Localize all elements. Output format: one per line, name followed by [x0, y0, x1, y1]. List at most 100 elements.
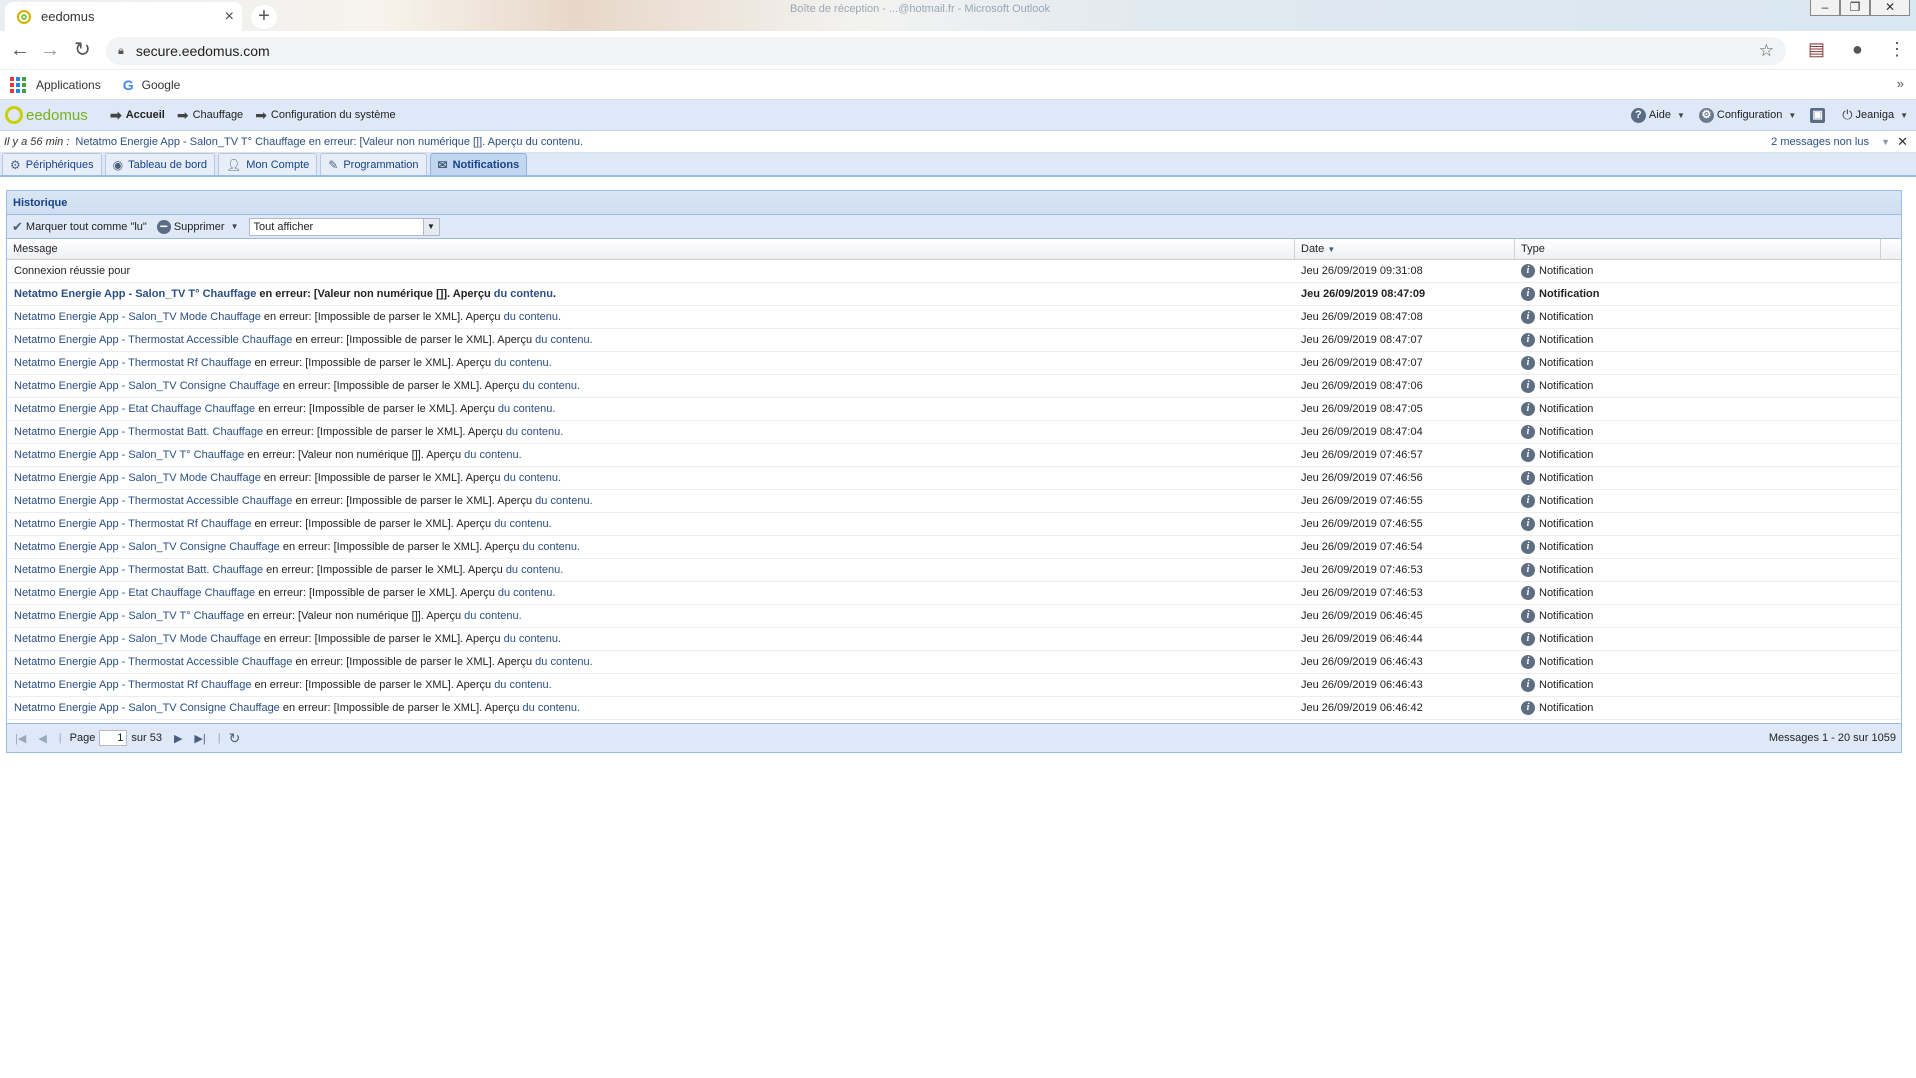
table-row[interactable]: Netatmo Energie App - Salon_TV Mode Chau… — [7, 628, 1901, 651]
content-preview-link[interactable]: du contenu. — [523, 380, 581, 392]
content-preview-link[interactable]: du contenu — [494, 288, 553, 300]
device-link[interactable]: Netatmo Energie App - Thermostat Accessi… — [14, 656, 292, 668]
content-preview-link[interactable]: du contenu. — [535, 656, 593, 668]
user-menu[interactable]: ⏻ Jeaniga ▼ — [1842, 107, 1908, 123]
table-row[interactable]: Netatmo Energie App - Thermostat Accessi… — [7, 651, 1901, 674]
notification-text[interactable]: Netatmo Energie App - Salon_TV T° Chauff… — [75, 136, 583, 148]
browser-tab[interactable]: eedomus × — [5, 2, 242, 31]
prev-page-icon[interactable]: ◀ — [38, 732, 46, 745]
reload-icon[interactable]: ↻ — [74, 40, 91, 60]
tab-tableau-de-bord[interactable]: ◉ Tableau de bord — [104, 153, 216, 175]
restore-button[interactable]: ❐ — [1840, 0, 1870, 16]
device-link[interactable]: Netatmo Energie App - Salon_TV Consigne … — [14, 380, 280, 392]
content-preview-link[interactable]: du contenu. — [504, 633, 562, 645]
table-row[interactable]: Netatmo Energie App - Salon_TV T° Chauff… — [7, 444, 1901, 467]
table-row[interactable]: Netatmo Energie App - Thermostat Rf Chau… — [7, 674, 1901, 697]
device-link[interactable]: Netatmo Energie App - Thermostat Rf Chau… — [14, 679, 251, 691]
device-link[interactable]: Netatmo Energie App - Thermostat Rf Chau… — [14, 357, 251, 369]
table-row[interactable]: Netatmo Energie App - Thermostat Rf Chau… — [7, 513, 1901, 536]
table-row[interactable]: Netatmo Energie App - Thermostat Rf Chau… — [7, 352, 1901, 375]
eedomus-logo[interactable]: eedomus — [5, 106, 110, 124]
address-bar[interactable]: 🔒︎ secure.eedomus.com ☆ — [106, 37, 1786, 65]
device-link[interactable]: Netatmo Energie App - Salon_TV Consigne … — [14, 541, 280, 553]
content-preview-link[interactable]: du contenu. — [494, 679, 552, 691]
first-page-icon[interactable]: |◀ — [15, 732, 26, 745]
column-date[interactable]: Date ▼ — [1295, 239, 1515, 259]
device-link[interactable]: Netatmo Energie App - Thermostat Accessi… — [14, 334, 292, 346]
content-preview-link[interactable]: du contenu. — [498, 587, 556, 599]
table-row[interactable]: Netatmo Energie App - Thermostat Accessi… — [7, 329, 1901, 352]
table-row[interactable]: Netatmo Energie App - Etat Chauffage Cha… — [7, 582, 1901, 605]
tab-peripheriques[interactable]: ⚙ Périphériques — [2, 153, 102, 175]
device-link[interactable]: Netatmo Energie App - Salon_TV T° Chauff… — [14, 610, 244, 622]
content-preview-link[interactable]: du contenu. — [464, 610, 522, 622]
device-link[interactable]: Netatmo Energie App - Salon_TV Mode Chau… — [14, 472, 261, 484]
lock-button[interactable]: ▣ — [1810, 107, 1828, 123]
device-link[interactable]: Netatmo Energie App - Salon_TV T° Chauff… — [14, 288, 256, 300]
breadcrumb-configuration[interactable]: ➡ Configuration du système — [255, 107, 395, 124]
device-link[interactable]: Netatmo Energie App - Thermostat Accessi… — [14, 495, 292, 507]
table-row[interactable]: Netatmo Energie App - Thermostat Batt. C… — [7, 421, 1901, 444]
delete-button[interactable]: − Supprimer ▼ — [156, 219, 239, 234]
page-input[interactable]: 1 — [99, 730, 128, 746]
tab-notifications[interactable]: ✉ Notifications — [429, 153, 528, 175]
device-link[interactable]: Netatmo Energie App - Thermostat Batt. C… — [14, 426, 263, 438]
table-row[interactable]: Netatmo Energie App - Thermostat Batt. C… — [7, 559, 1901, 582]
url-text[interactable]: secure.eedomus.com — [136, 43, 270, 59]
forward-icon[interactable]: → — [40, 40, 60, 60]
bookmark-google[interactable]: G Google — [123, 77, 181, 93]
minimize-button[interactable]: – — [1810, 0, 1840, 16]
content-preview-link[interactable]: du contenu. — [523, 702, 581, 714]
next-page-icon[interactable]: ▶ — [174, 732, 182, 745]
tab-mon-compte[interactable]: 👤︎ Mon Compte — [218, 153, 318, 175]
new-tab-button[interactable]: + — [251, 5, 277, 29]
bookmark-applications[interactable]: Applications — [10, 76, 101, 93]
content-preview-link[interactable]: du contenu. — [506, 426, 564, 438]
content-preview-link[interactable]: du contenu. — [535, 495, 593, 507]
device-link[interactable]: Netatmo Energie App - Salon_TV T° Chauff… — [14, 449, 244, 461]
content-preview-link[interactable]: du contenu. — [506, 564, 564, 576]
bookmarks-overflow-icon[interactable]: » — [1897, 76, 1904, 91]
last-page-icon[interactable]: ▶| — [194, 732, 205, 745]
configuration-menu[interactable]: ⚙ Configuration ▼ — [1698, 107, 1796, 123]
dropdown-arrow-icon[interactable]: ▼ — [422, 218, 439, 235]
account-icon[interactable]: ● — [1852, 39, 1863, 60]
bookmark-star-icon[interactable]: ☆ — [1759, 41, 1774, 61]
back-icon[interactable]: ← — [10, 40, 30, 60]
unread-count[interactable]: 2 messages non lus — [1771, 136, 1869, 148]
close-window-button[interactable]: ✕ — [1870, 0, 1910, 16]
filter-select[interactable]: Tout afficher ▼ — [248, 217, 440, 236]
table-row[interactable]: Netatmo Energie App - Salon_TV Consigne … — [7, 697, 1901, 720]
pdf-extension-icon[interactable]: ▤ — [1808, 39, 1825, 60]
content-preview-link[interactable]: du contenu. — [523, 541, 581, 553]
device-link[interactable]: Netatmo Energie App - Etat Chauffage Cha… — [14, 403, 255, 415]
content-preview-link[interactable]: du contenu. — [494, 357, 552, 369]
device-link[interactable]: Netatmo Energie App - Thermostat Rf Chau… — [14, 518, 251, 530]
content-preview-link[interactable]: du contenu. — [464, 449, 522, 461]
table-row[interactable]: Netatmo Energie App - Salon_TV T° Chauff… — [7, 605, 1901, 628]
column-type[interactable]: Type — [1515, 239, 1881, 259]
content-preview-link[interactable]: du contenu. — [504, 472, 562, 484]
breadcrumb-accueil[interactable]: ➡ Accueil — [110, 107, 165, 124]
device-link[interactable]: Netatmo Energie App - Salon_TV Mode Chau… — [14, 633, 261, 645]
table-row[interactable]: Netatmo Energie App - Etat Chauffage Cha… — [7, 398, 1901, 421]
menu-dots-icon[interactable]: ⋮ — [1888, 39, 1906, 60]
table-row[interactable]: Netatmo Energie App - Salon_TV Mode Chau… — [7, 467, 1901, 490]
table-row[interactable]: Netatmo Energie App - Salon_TV Consigne … — [7, 536, 1901, 559]
table-row[interactable]: Netatmo Energie App - Thermostat Accessi… — [7, 490, 1901, 513]
chevron-down-icon[interactable]: ▼ — [1881, 137, 1890, 147]
table-row[interactable]: Netatmo Energie App - Salon_TV Mode Chau… — [7, 306, 1901, 329]
device-link[interactable]: Netatmo Energie App - Salon_TV Mode Chau… — [14, 311, 261, 323]
content-preview-link[interactable]: du contenu. — [494, 518, 552, 530]
device-link[interactable]: Netatmo Energie App - Salon_TV Consigne … — [14, 702, 280, 714]
device-link[interactable]: Netatmo Energie App - Thermostat Batt. C… — [14, 564, 263, 576]
help-menu[interactable]: ? Aide ▼ — [1630, 107, 1685, 123]
breadcrumb-chauffage[interactable]: ➡ Chauffage — [177, 107, 243, 124]
table-row[interactable]: Connexion réussie pour Jeu 26/09/2019 09:… — [7, 260, 1901, 283]
content-preview-link[interactable]: du contenu. — [504, 311, 562, 323]
refresh-icon[interactable]: ↻ — [229, 730, 241, 747]
content-preview-link[interactable]: du contenu. — [535, 334, 593, 346]
close-icon[interactable]: ✕ — [1897, 134, 1908, 150]
device-link[interactable]: Netatmo Energie App - Etat Chauffage Cha… — [14, 587, 255, 599]
mark-all-read-button[interactable]: ✔ Marquer tout comme "lu" — [12, 219, 147, 235]
